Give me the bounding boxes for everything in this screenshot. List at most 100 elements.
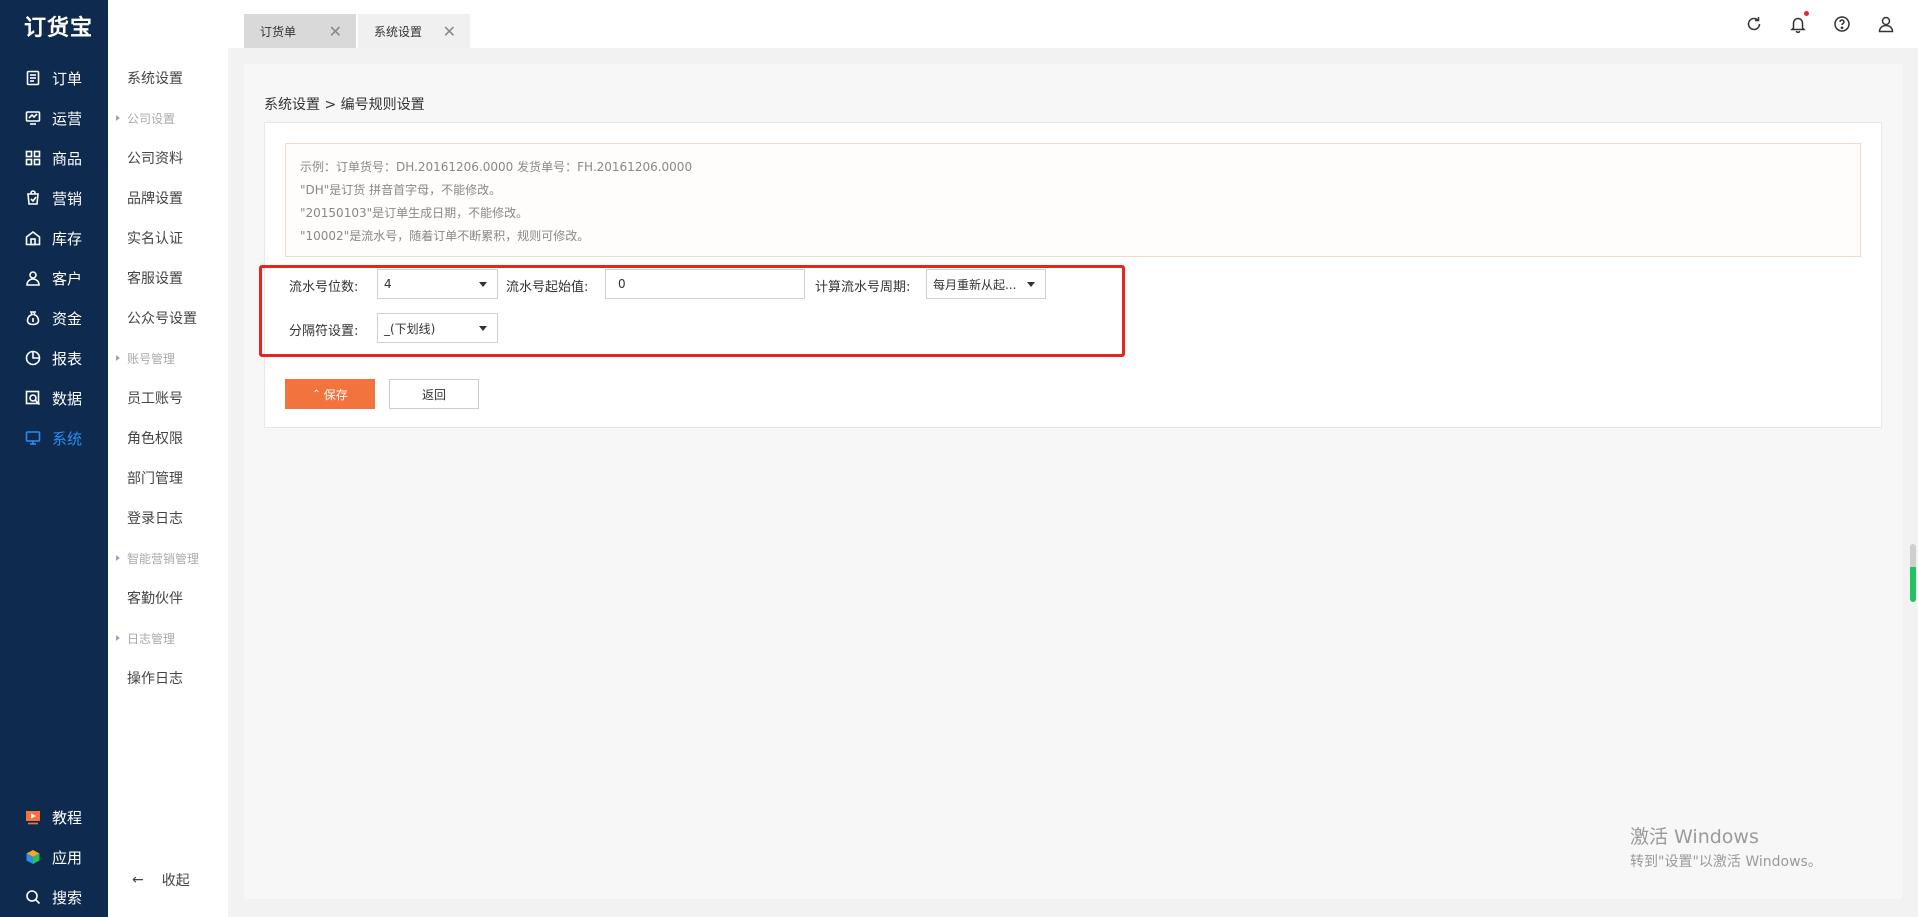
- select-value: _(下划线): [384, 321, 436, 336]
- submenu-item-login-log[interactable]: 登录日志: [108, 498, 228, 538]
- submenu-group-account[interactable]: 账号管理: [108, 338, 228, 378]
- submenu-item-system-settings[interactable]: 系统设置: [108, 58, 228, 98]
- submenu-item-operation-log[interactable]: 操作日志: [108, 658, 228, 698]
- tutorial-icon: [24, 808, 42, 826]
- scrollbar-thumb[interactable]: [1910, 544, 1916, 602]
- nav-item-marketing[interactable]: 营销: [0, 178, 108, 218]
- save-button[interactable]: ⌃ 保存: [285, 379, 375, 409]
- money-icon: [24, 309, 42, 327]
- caret-right-icon: [116, 555, 120, 561]
- separator-select[interactable]: _(下划线): [377, 313, 498, 343]
- nav-item-label: 报表: [52, 349, 83, 368]
- nav-item-label: 运营: [52, 109, 83, 128]
- cycle-select[interactable]: 每月重新从起...: [926, 269, 1046, 299]
- nav-item-label: 资金: [52, 309, 83, 328]
- breadcrumb: 系统设置 > 编号规则设置: [264, 97, 425, 113]
- nav-item-system[interactable]: 系统: [0, 418, 108, 458]
- submenu-item-staff[interactable]: 员工账号: [108, 378, 228, 418]
- submenu-group-marketing[interactable]: 智能营销管理: [108, 538, 228, 578]
- caret-down-icon: [479, 326, 487, 331]
- nav-item-tutorial[interactable]: 教程: [0, 797, 108, 837]
- nav-item-inventory[interactable]: 库存: [0, 218, 108, 258]
- submenu-group-label: 日志管理: [127, 631, 176, 646]
- nav-item-label: 客户: [52, 269, 83, 288]
- order-icon: [24, 69, 42, 87]
- nav-item-label: 营销: [52, 189, 83, 208]
- nav-item-report[interactable]: 报表: [0, 338, 108, 378]
- submenu-group-company[interactable]: 公司设置: [108, 98, 228, 138]
- help-icon[interactable]: [1832, 14, 1852, 34]
- nav-item-label: 数据: [52, 389, 83, 408]
- numbering-rules-panel: 示例：订单货号：DH.20161206.0000 发货单号：FH.2016120…: [259, 122, 1882, 428]
- submenu-item-verification[interactable]: 实名认证: [108, 218, 228, 258]
- goods-icon: [24, 149, 42, 167]
- submenu-item-departments[interactable]: 部门管理: [108, 458, 228, 498]
- cycle-label: 计算流水号周期:: [815, 280, 911, 295]
- caret-right-icon: [116, 355, 120, 361]
- serial-start-label: 流水号起始值:: [506, 280, 589, 295]
- marketing-icon: [24, 189, 42, 207]
- user-icon[interactable]: [1876, 14, 1896, 34]
- top-bar: 订货单 ✕ 系统设置 ✕: [108, 0, 1918, 48]
- refresh-icon[interactable]: [1744, 14, 1764, 34]
- nav-item-data[interactable]: 数据: [0, 378, 108, 418]
- nav-item-label: 教程: [52, 808, 83, 827]
- submenu-item-company-info[interactable]: 公司资料: [108, 138, 228, 178]
- tab-label: 订货单: [260, 24, 297, 39]
- nav-item-order[interactable]: 订单: [0, 58, 108, 98]
- nav-item-customer[interactable]: 客户: [0, 258, 108, 298]
- submenu: 系统设置 公司设置 公司资料 品牌设置 实名认证 客服设置 公众号设置 账号管理…: [108, 48, 228, 917]
- nav-item-money[interactable]: 资金: [0, 298, 108, 338]
- chevron-up-icon: ⌃: [312, 388, 321, 400]
- save-label: 保存: [323, 387, 348, 402]
- tip-line: "10002"是流水号，随着订单不断累积，规则可修改。: [300, 229, 590, 243]
- submenu-item-partners[interactable]: 客勤伙伴: [108, 578, 228, 618]
- caret-right-icon: [116, 115, 120, 121]
- nav-item-label: 订单: [52, 69, 83, 88]
- nav-item-search[interactable]: 搜索: [0, 877, 108, 917]
- submenu-item-service[interactable]: 客服设置: [108, 258, 228, 298]
- submenu-group-label: 账号管理: [127, 351, 176, 366]
- tip-line: "DH"是订货 拼音首字母，不能修改。: [300, 183, 502, 197]
- customer-icon: [24, 269, 42, 287]
- report-icon: [24, 349, 42, 367]
- nav-item-label: 搜索: [52, 888, 83, 907]
- tab-orders[interactable]: 订货单 ✕: [244, 14, 356, 48]
- nav-item-label: 库存: [52, 229, 83, 248]
- submenu-group-label: 智能营销管理: [127, 551, 200, 566]
- close-icon[interactable]: ✕: [329, 22, 342, 41]
- main-content: 系统设置 > 编号规则设置 示例：订单货号：DH.20161206.0000 发…: [244, 64, 1902, 899]
- nav-item-operation[interactable]: 运营: [0, 98, 108, 138]
- caret-down-icon: [1027, 282, 1035, 287]
- data-icon: [24, 389, 42, 407]
- submenu-group-logs[interactable]: 日志管理: [108, 618, 228, 658]
- watermark-title: 激活 Windows: [1630, 826, 1759, 848]
- tab-label: 系统设置: [374, 24, 423, 39]
- example-tip-box: 示例：订单货号：DH.20161206.0000 发货单号：FH.2016120…: [285, 143, 1861, 257]
- submenu-item-roles[interactable]: 角色权限: [108, 418, 228, 458]
- bell-icon[interactable]: [1788, 11, 1809, 34]
- notification-dot: [1804, 11, 1809, 16]
- serial-digits-select[interactable]: 4: [377, 269, 498, 299]
- nav-item-label: 系统: [52, 429, 83, 448]
- tip-line: 示例：订单货号：DH.20161206.0000 发货单号：FH.2016120…: [300, 160, 693, 174]
- select-value: 4: [384, 277, 392, 291]
- caret-right-icon: [116, 635, 120, 641]
- collapse-label: 收起: [161, 873, 190, 889]
- back-button[interactable]: 返回: [389, 379, 479, 409]
- nav-item-goods[interactable]: 商品: [0, 138, 108, 178]
- nav-item-label: 应用: [52, 848, 83, 867]
- system-icon: [24, 429, 42, 447]
- serial-start-input[interactable]: [605, 269, 805, 299]
- nav-item-apps[interactable]: 应用: [0, 837, 108, 877]
- submenu-item-official-account[interactable]: 公众号设置: [108, 298, 228, 338]
- operation-icon: [24, 109, 42, 127]
- close-icon[interactable]: ✕: [443, 22, 456, 41]
- tip-line: "20150103"是订单生成日期，不能修改。: [300, 206, 529, 220]
- select-value: 每月重新从起...: [933, 277, 1017, 292]
- tab-system-settings[interactable]: 系统设置 ✕: [358, 14, 470, 48]
- submenu-item-brand[interactable]: 品牌设置: [108, 178, 228, 218]
- collapse-button[interactable]: ← 收起: [132, 870, 190, 890]
- caret-down-icon: [479, 282, 487, 287]
- apps-icon: [24, 848, 42, 866]
